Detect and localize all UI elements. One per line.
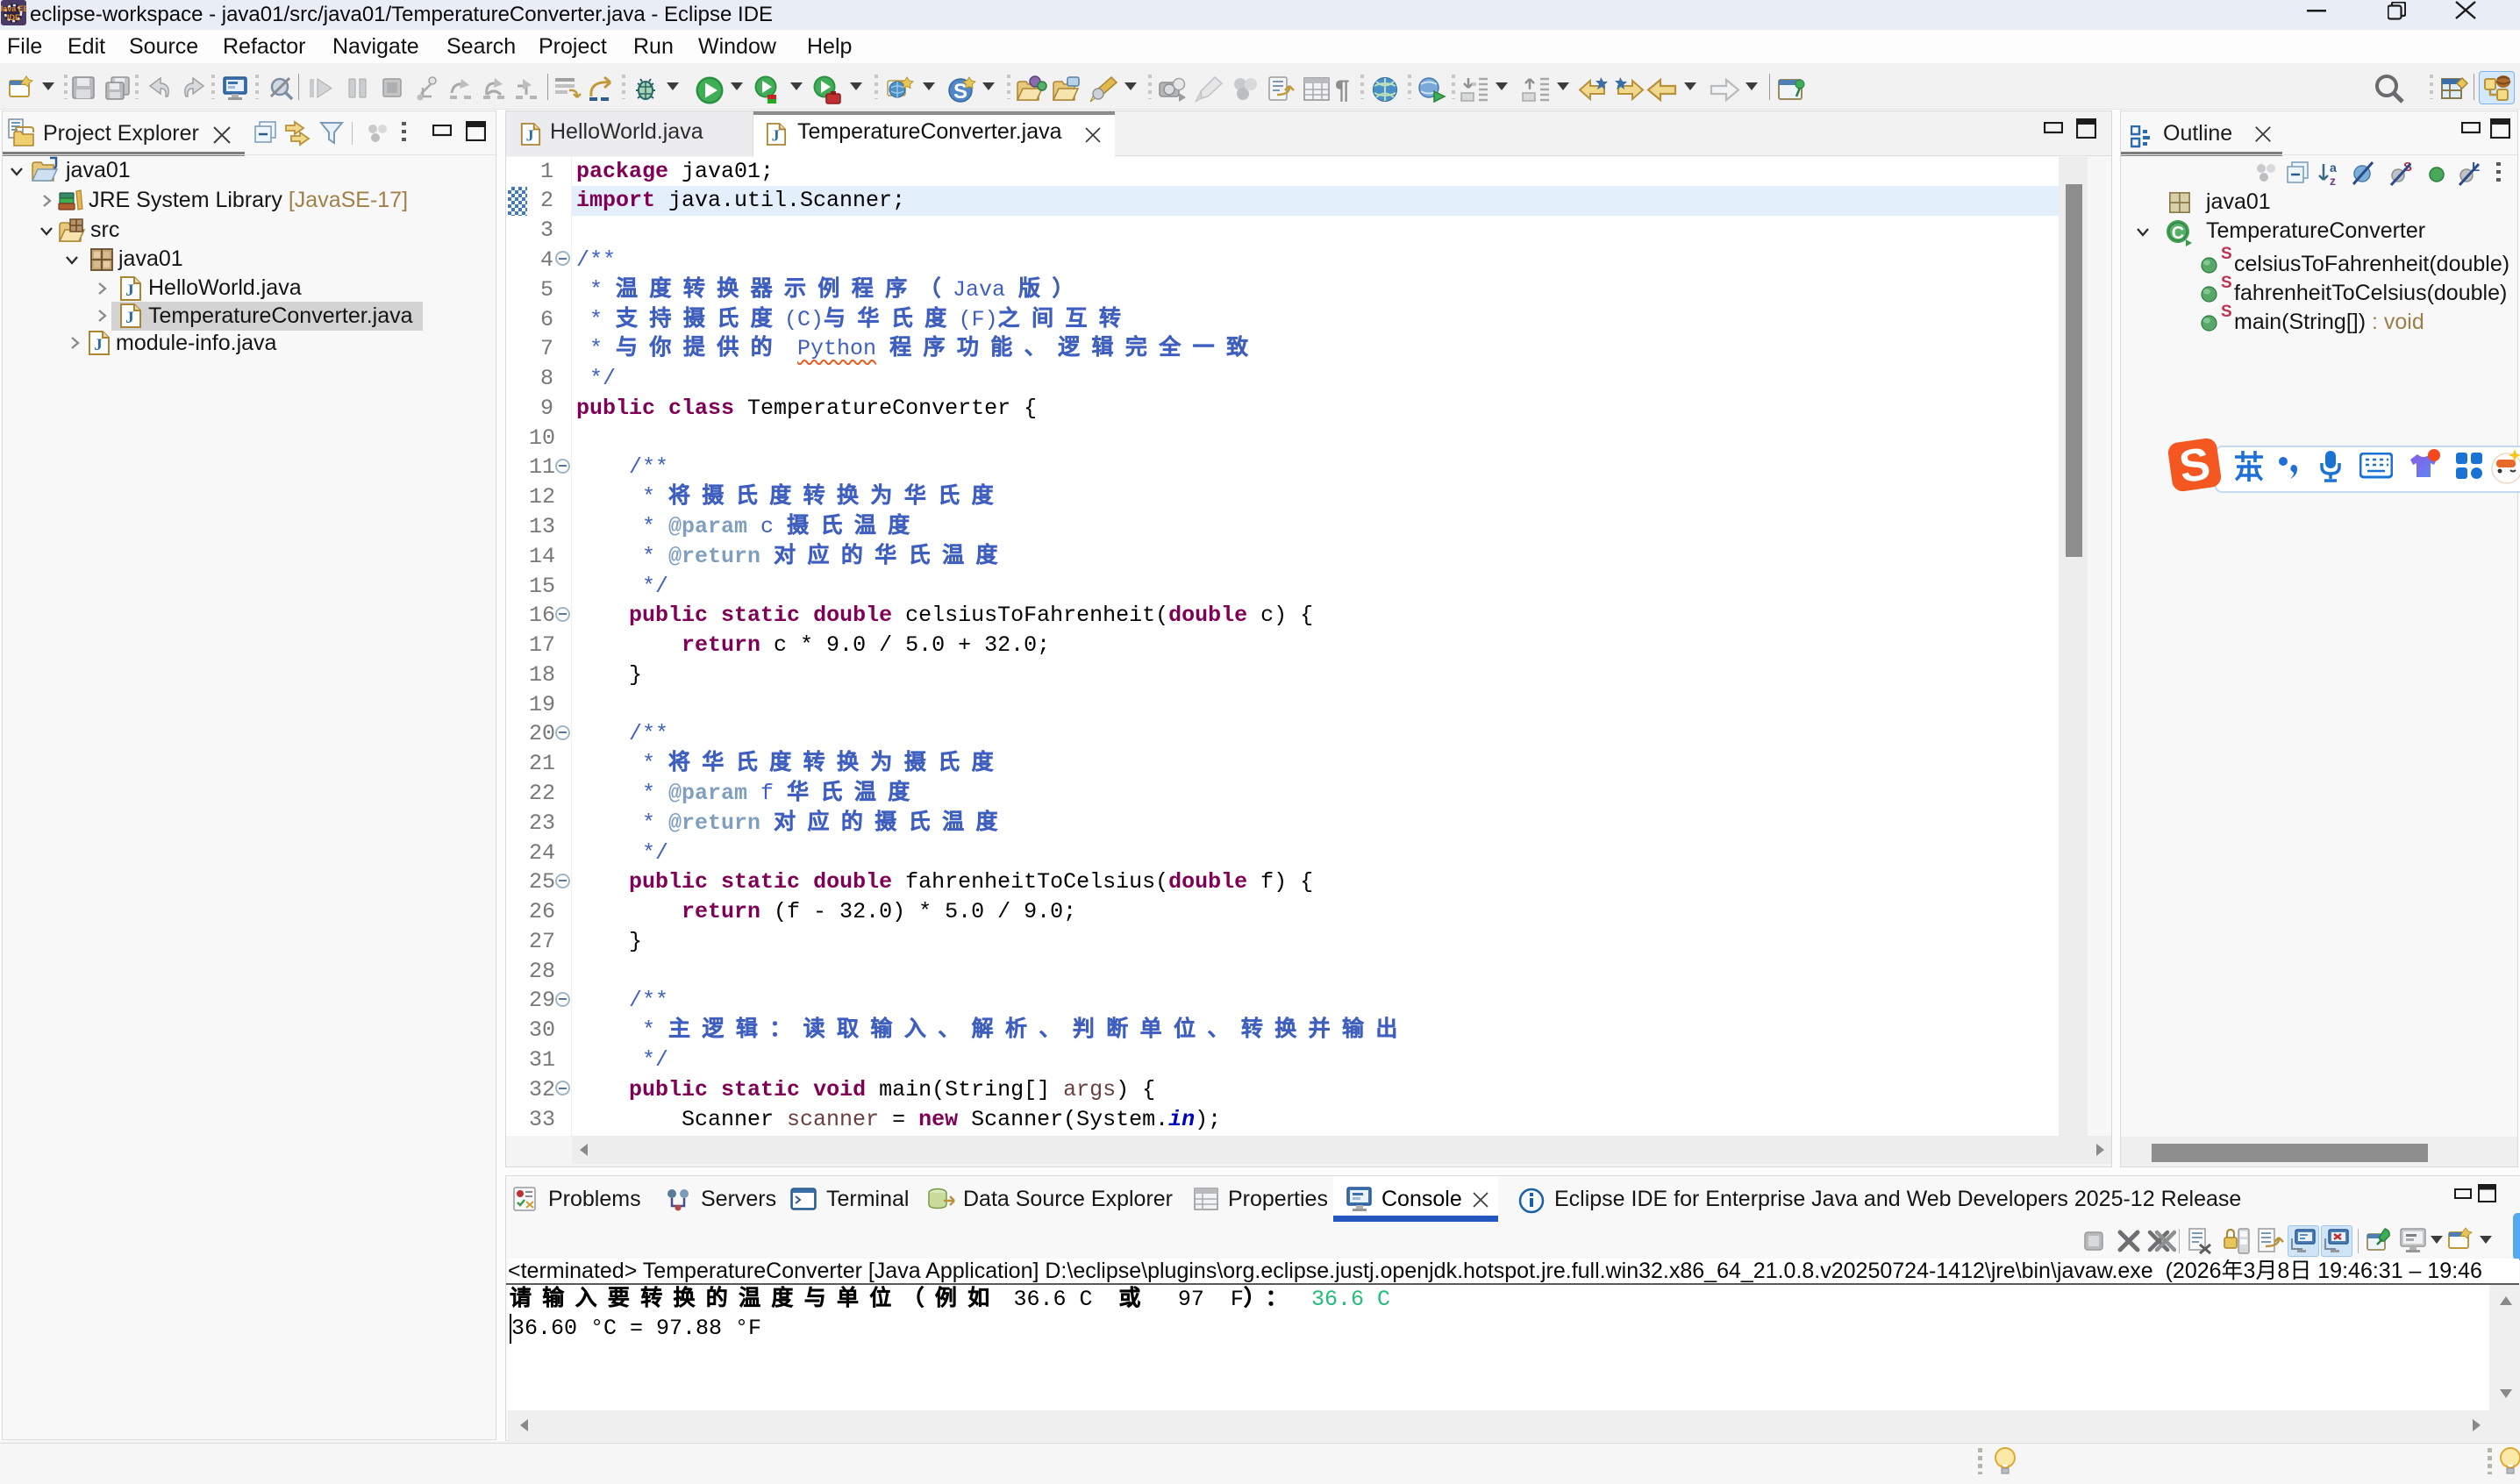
svg-text:J: J <box>94 336 103 354</box>
svg-text:IDE: IDE <box>7 13 20 22</box>
svg-text:Java EE: Java EE <box>1 4 26 13</box>
svg-text:a: a <box>2330 161 2337 175</box>
svg-text:C: C <box>2172 224 2184 243</box>
svg-text:J: J <box>125 309 134 327</box>
svg-text:z: z <box>2330 174 2336 187</box>
svg-text:J: J <box>125 282 134 300</box>
svg-text:J: J <box>772 126 780 144</box>
svg-text:J: J <box>526 126 534 144</box>
